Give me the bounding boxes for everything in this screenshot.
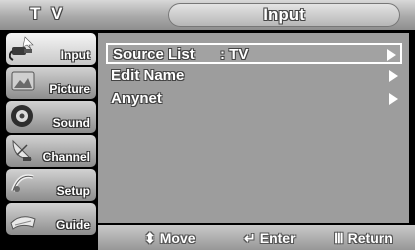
input-plug-icon (9, 36, 34, 61)
menu-item-label: Edit Name (111, 67, 185, 84)
chevron-right-icon (387, 49, 396, 61)
sidebar-item-label: Channel (42, 150, 90, 164)
sidebar-item-label: Guide (55, 218, 90, 232)
enter-label: Enter (259, 230, 296, 246)
source-label: T V (30, 4, 66, 23)
title-bar: T V Input (0, 0, 415, 30)
sidebar: Input Picture Sound Channel Setup Guide (6, 33, 96, 235)
sidebar-item-label: Sound (52, 116, 90, 130)
tv-osd-screen: T V Input Input Picture Sound Channel Se… (0, 0, 415, 250)
enter-hint: ↵ Enter (244, 228, 296, 248)
menu-title: Input (263, 5, 305, 24)
sidebar-item-setup[interactable]: Setup (6, 169, 96, 201)
satellite-dish-icon (12, 139, 33, 161)
sidebar-item-label: Picture (49, 82, 90, 96)
menu-item-edit-name[interactable]: Edit Name (106, 66, 402, 87)
return-label: Return (347, 230, 393, 246)
chevron-right-icon (389, 93, 398, 105)
menu-item-label: Source List (113, 46, 195, 63)
guide-icon (10, 216, 36, 230)
speaker-icon (11, 105, 33, 127)
sidebar-item-label: Input (60, 48, 90, 62)
title-pill: Input (168, 3, 400, 27)
move-hint: ⬍ Move (144, 228, 196, 248)
move-arrows-icon: ⬍ (144, 230, 156, 246)
menu-panel: Source List : TV Edit Name Anynet (98, 33, 409, 223)
menu-item-anynet[interactable]: Anynet (106, 89, 402, 110)
return-icon: Ⅲ (334, 230, 344, 246)
picture-icon (11, 71, 35, 91)
help-bar: ⬍ Move ↵ Enter Ⅲ Return (98, 225, 415, 250)
setup-icon (11, 174, 34, 192)
sidebar-item-input[interactable]: Input (6, 33, 96, 65)
enter-icon: ↵ (244, 230, 256, 246)
menu-item-label: Anynet (111, 90, 162, 107)
sidebar-item-channel[interactable]: Channel (6, 135, 96, 167)
chevron-right-icon (389, 70, 398, 82)
move-label: Move (159, 230, 196, 246)
menu-item-value: : TV (220, 46, 249, 63)
sidebar-item-sound[interactable]: Sound (6, 101, 96, 133)
sidebar-item-label: Setup (56, 184, 90, 198)
sidebar-item-picture[interactable]: Picture (6, 67, 96, 99)
return-hint: Ⅲ Return (334, 228, 393, 248)
sidebar-item-guide[interactable]: Guide (6, 203, 96, 235)
menu-item-source-list[interactable]: Source List : TV (106, 43, 402, 64)
